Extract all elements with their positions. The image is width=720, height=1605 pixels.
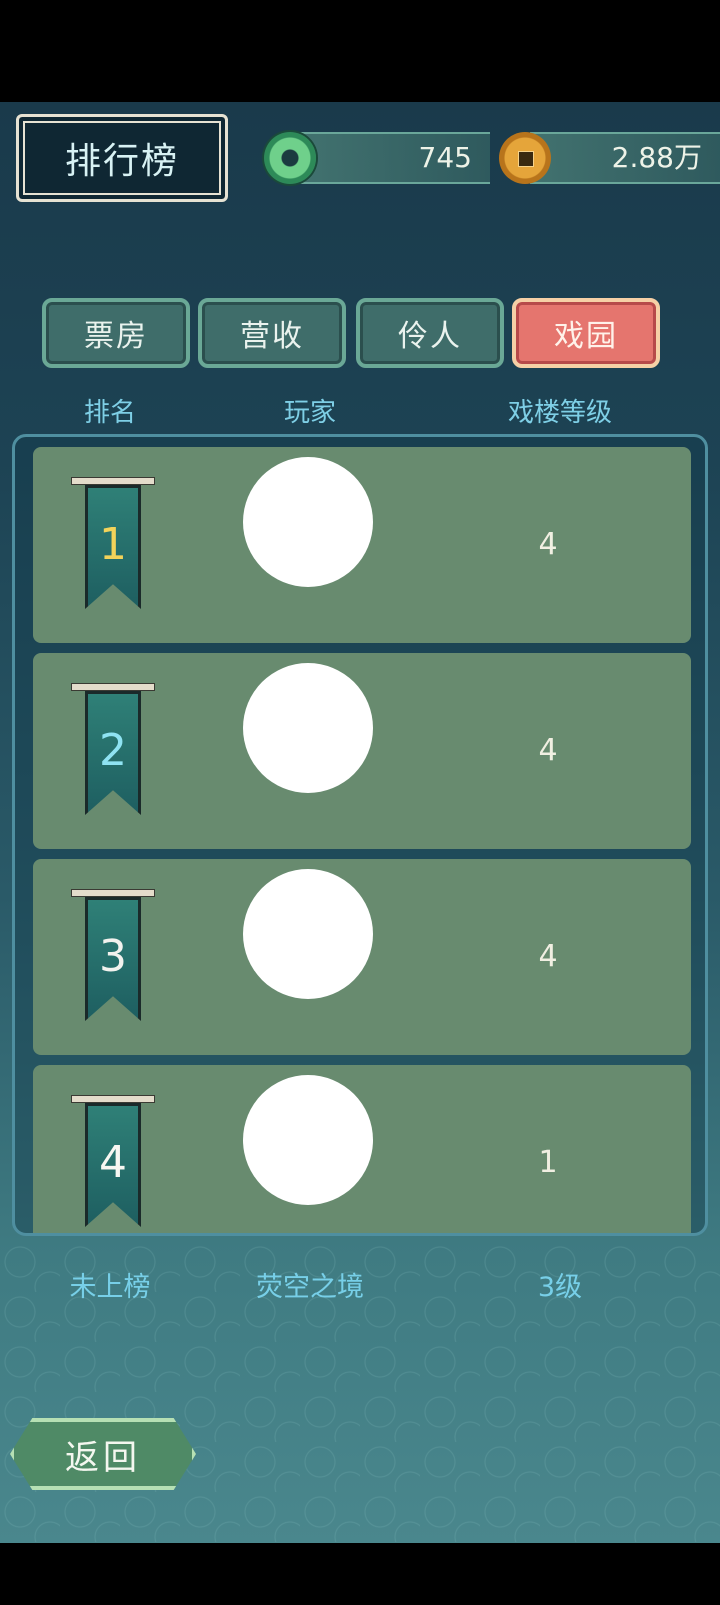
column-header-player: 玩家 (283, 398, 336, 428)
column-header-rank: 排名 (83, 398, 136, 428)
tab-label: 戏园 (554, 319, 618, 354)
rank-number: 4 (99, 1137, 127, 1188)
theater-level: 4 (538, 939, 558, 974)
coin-amount: 2.88万 (611, 141, 702, 174)
ranking-row[interactable]: 4 1 (33, 1065, 691, 1233)
tab-box-office[interactable]: 票房 (42, 298, 190, 368)
jade-currency-panel: 745 (300, 132, 490, 184)
navigation-bar-area (0, 1543, 720, 1605)
tab-revenue[interactable]: 营收 (198, 298, 346, 368)
avatar[interactable] (243, 663, 373, 793)
jade-amount: 745 (418, 141, 472, 174)
avatar[interactable] (243, 457, 373, 587)
title-plaque: 排行榜 (16, 114, 228, 202)
avatar[interactable] (243, 1075, 373, 1205)
status-bar-area (0, 0, 720, 102)
self-name: 荧空之境 (256, 1272, 364, 1303)
rank-banner-icon: 4 (71, 1095, 155, 1227)
rank-number: 2 (99, 725, 127, 776)
theater-level: 1 (538, 1145, 558, 1180)
self-rank: 未上榜 (69, 1272, 151, 1303)
theater-level: 4 (538, 527, 558, 562)
rank-number: 3 (99, 931, 127, 982)
ranking-row[interactable]: 1 4 (33, 447, 691, 643)
ranking-row[interactable]: 3 4 (33, 859, 691, 1055)
rank-banner-icon: 3 (71, 889, 155, 1021)
tab-label: 营收 (240, 319, 304, 354)
avatar[interactable] (243, 869, 373, 999)
theater-level: 4 (538, 733, 558, 768)
coin-icon (499, 132, 551, 184)
rank-number: 1 (99, 519, 127, 570)
tab-actors[interactable]: 伶人 (356, 298, 504, 368)
back-button[interactable]: 返回 (10, 1418, 196, 1490)
tab-theater[interactable]: 戏园 (512, 298, 660, 368)
tab-label: 票房 (84, 319, 148, 354)
ranking-list[interactable]: 1 4 2 4 3 4 4 1 (12, 434, 708, 1236)
coin-currency-panel: 2.88万 (530, 132, 720, 184)
back-button-label: 返回 (65, 1437, 141, 1478)
jade-icon (264, 132, 316, 184)
ranking-row[interactable]: 2 4 (33, 653, 691, 849)
rank-banner-icon: 1 (71, 477, 155, 609)
tab-label: 伶人 (398, 319, 462, 354)
page-title: 排行榜 (64, 141, 179, 182)
rank-banner-icon: 2 (71, 683, 155, 815)
column-header-level: 戏楼等级 (507, 398, 612, 428)
game-screen: 排行榜 745 2.88万 票房 营收 伶人 戏园 排名 玩家 戏楼等级 1 4 (0, 102, 720, 1543)
self-level: 3级 (537, 1272, 583, 1303)
